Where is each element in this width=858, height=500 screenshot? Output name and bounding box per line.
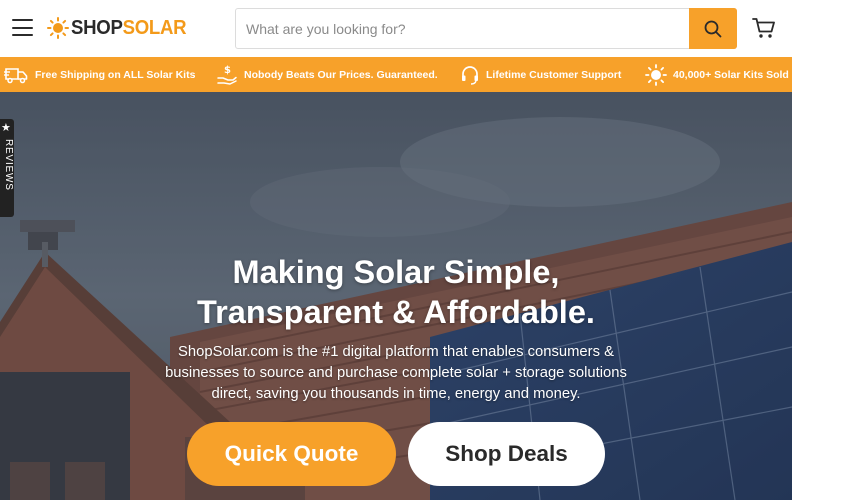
page: SHOPSOLAR What are you looking for? Free…	[0, 0, 792, 500]
truck-icon	[4, 67, 28, 83]
promo-label-prices: Nobody Beats Our Prices. Guaranteed.	[244, 68, 438, 81]
promo-item-prices: $ Nobody Beats Our Prices. Guaranteed.	[216, 57, 438, 92]
page-margin	[792, 0, 858, 500]
reviews-tab[interactable]: ★ REVIEWS	[0, 119, 14, 217]
sun-icon	[645, 63, 667, 86]
logo-shop-text: SHOP	[71, 16, 123, 39]
logo-text: SHOPSOLAR	[71, 16, 187, 40]
quick-quote-button[interactable]: Quick Quote	[187, 422, 396, 486]
promo-label-support: Lifetime Customer Support	[486, 68, 622, 81]
promo-label-kits: 40,000+ Solar Kits Sold	[673, 68, 789, 81]
logo-sun-icon	[47, 17, 69, 39]
reviews-tab-label: REVIEWS	[3, 139, 14, 191]
hero-description-line-2: businesses to source and purchase comple…	[165, 365, 627, 381]
hero-description: ShopSolar.com is the #1 digital platform…	[150, 342, 642, 405]
money-hand-icon: $	[217, 65, 237, 85]
headset-icon	[462, 65, 478, 85]
star-icon: ★	[1, 122, 11, 134]
shop-deals-button[interactable]: Shop Deals	[408, 422, 605, 486]
logo-solar-text: SOLAR	[122, 16, 187, 39]
search-input[interactable]	[236, 9, 688, 48]
cart-icon[interactable]	[752, 17, 776, 39]
site-header: SHOPSOLAR	[0, 0, 792, 57]
search-button[interactable]	[689, 8, 737, 49]
promo-item-shipping: Free Shipping on ALL Solar Kits	[4, 57, 195, 92]
hero-headline-line-1: Making Solar Simple,	[232, 254, 560, 290]
promo-bar: Free Shipping on ALL Solar Kits $ Nobody…	[0, 57, 792, 92]
hero-description-line-1: ShopSolar.com is the #1 digital platform…	[178, 344, 614, 360]
hero-headline: Making Solar Simple, Transparent & Affor…	[0, 252, 792, 332]
search-icon	[704, 20, 722, 37]
promo-label-shipping: Free Shipping on ALL Solar Kits	[35, 68, 196, 81]
promo-item-kits: 40,000+ Solar Kits Sold	[645, 57, 789, 92]
promo-item-support: Lifetime Customer Support	[460, 57, 621, 92]
logo[interactable]: SHOPSOLAR	[47, 13, 195, 43]
search-bar	[235, 8, 737, 49]
hero-description-line-3: direct, saving you thousands in time, en…	[211, 386, 581, 402]
hero-headline-line-2: Transparent & Affordable.	[197, 294, 595, 330]
svg-text:$: $	[224, 65, 231, 76]
menu-icon[interactable]	[12, 19, 33, 36]
